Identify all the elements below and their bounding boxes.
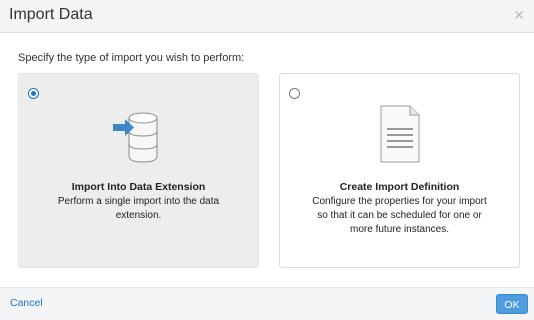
- instruction-text: Specify the type of import you wish to p…: [18, 52, 245, 64]
- import-data-dialog: Import Data ✕ Specify the type of import…: [0, 0, 534, 320]
- document-icon: [372, 104, 428, 173]
- option-description-line: Perform a single import into the data: [57, 196, 220, 207]
- option-description-line: more future instances.: [350, 224, 449, 235]
- radio-create-import-definition[interactable]: [289, 88, 300, 99]
- option-title: Import Into Data Extension: [71, 181, 206, 193]
- database-import-icon: [111, 104, 167, 173]
- close-icon[interactable]: ✕: [510, 6, 528, 24]
- dialog-header: Import Data ✕: [0, 0, 534, 33]
- dialog-footer: Cancel OK: [0, 287, 534, 320]
- radio-import-into-data-extension[interactable]: [28, 88, 39, 99]
- option-description-line: so that it can be scheduled for one or: [317, 210, 482, 221]
- option-create-import-definition[interactable]: Create Import Definition Configure the p…: [279, 73, 520, 268]
- ok-button[interactable]: OK: [496, 294, 528, 314]
- dialog-title: Import Data: [9, 6, 93, 23]
- option-description-line: Configure the properties for your import: [312, 196, 487, 207]
- cancel-button[interactable]: Cancel: [10, 297, 43, 309]
- option-import-into-data-extension[interactable]: Import Into Data Extension Perform a sin…: [18, 73, 259, 268]
- option-description-line: extension.: [115, 210, 162, 221]
- option-title: Create Import Definition: [339, 181, 460, 193]
